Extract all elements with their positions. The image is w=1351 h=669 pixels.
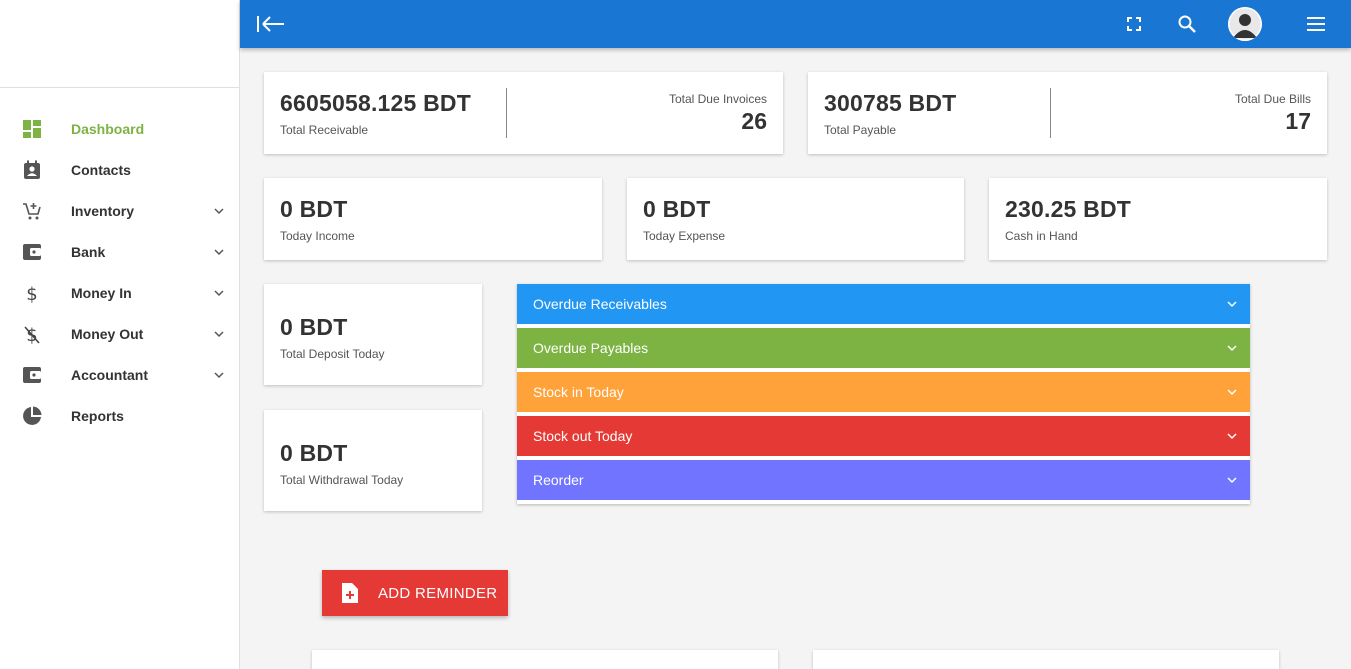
collapse-sidebar-icon[interactable] [256, 14, 286, 34]
divider [1050, 88, 1051, 138]
total-payable-caption: Total Payable [824, 123, 897, 137]
panel-label: Overdue Receivables [533, 296, 667, 312]
sidebar-item-label: Money In [71, 284, 132, 301]
panel-stock-out-today[interactable]: Stock out Today [517, 416, 1250, 456]
deposit-card: 0 BDT Total Deposit Today [264, 284, 482, 385]
withdrawal-card: 0 BDT Total Withdrawal Today [264, 410, 482, 511]
cash-in-hand-card: 230.25 BDT Cash in Hand [989, 178, 1327, 260]
sidebar-item-label: Inventory [71, 202, 135, 219]
sidebar-item-dashboard[interactable]: Dashboard [0, 108, 239, 149]
panel-label: Overdue Payables [533, 340, 649, 356]
chevron-down-icon [1227, 389, 1237, 396]
divider [506, 88, 507, 138]
cart-add-icon [22, 201, 42, 221]
due-invoices-label: Total Due Invoices [668, 92, 767, 106]
note-add-icon [342, 583, 358, 603]
cash-in-hand-amount: 230.25 BDT [1005, 196, 1132, 222]
chevron-down-icon [214, 207, 224, 214]
total-receivable-amount: 6605058.125 BDT [280, 90, 471, 116]
panel-stock-in-today[interactable]: Stock in Today [517, 372, 1250, 412]
receivable-card: 6605058.125 BDT Total Receivable Total D… [264, 72, 783, 154]
chevron-down-icon [1227, 477, 1237, 484]
sidebar-item-money-out[interactable]: $ Money Out [0, 313, 239, 354]
sidebar-item-label: Contacts [71, 161, 131, 178]
sidebar-item-label: Bank [71, 243, 106, 260]
chevron-down-icon [214, 289, 224, 296]
search-icon[interactable] [1177, 14, 1197, 34]
chevron-down-icon [1227, 433, 1237, 440]
sidebar-item-label: Reports [71, 407, 124, 424]
due-bills-label: Total Due Bills [1234, 92, 1311, 106]
withdrawal-amount: 0 BDT [280, 440, 348, 466]
alerts-accordion: Overdue Receivables Overdue Payables Sto… [517, 284, 1250, 504]
deposit-amount: 0 BDT [280, 314, 348, 340]
reminder-card [312, 650, 778, 669]
total-payable-amount: 300785 BDT [824, 90, 957, 116]
sidebar-item-label: Money Out [71, 325, 144, 342]
sidebar-item-bank[interactable]: Bank [0, 231, 239, 272]
chevron-down-icon [1227, 301, 1237, 308]
chevron-down-icon [214, 330, 224, 337]
sidebar-item-reports[interactable]: Reports [0, 395, 239, 436]
today-expense-caption: Today Expense [643, 229, 726, 243]
cash-in-hand-caption: Cash in Hand [1005, 229, 1078, 243]
chevron-down-icon [214, 371, 224, 378]
today-expense-card: 0 BDT Today Expense [627, 178, 964, 260]
panel-overdue-receivables[interactable]: Overdue Receivables [517, 284, 1250, 324]
sidebar-item-label: Dashboard [71, 120, 145, 137]
fullscreen-icon[interactable] [1124, 14, 1144, 34]
svg-text:$: $ [26, 284, 37, 303]
sidebar-item-accountant[interactable]: Accountant [0, 354, 239, 395]
panel-overdue-payables[interactable]: Overdue Payables [517, 328, 1250, 368]
wallet-icon [22, 365, 42, 385]
contacts-icon [22, 160, 42, 180]
deposit-caption: Total Deposit Today [280, 347, 385, 361]
chevron-down-icon [214, 248, 224, 255]
menu-icon[interactable] [1306, 14, 1326, 34]
panel-label: Reorder [533, 472, 584, 488]
sidebar-item-money-in[interactable]: $ Money In [0, 272, 239, 313]
today-income-amount: 0 BDT [280, 196, 348, 222]
panel-label: Stock in Today [533, 384, 624, 400]
today-income-caption: Today Income [280, 229, 355, 243]
dollar-icon: $ [22, 283, 42, 303]
sidebar-nav: Dashboard Contacts Inventory Bank $ Mone… [0, 88, 239, 436]
withdrawal-caption: Total Withdrawal Today [280, 473, 404, 487]
chevron-down-icon [1227, 345, 1237, 352]
today-income-card: 0 BDT Today Income [264, 178, 602, 260]
due-invoices-count: 26 [741, 108, 767, 134]
logo-area [0, 0, 239, 88]
today-expense-amount: 0 BDT [643, 196, 711, 222]
total-receivable-caption: Total Receivable [280, 123, 369, 137]
panel-label: Stock out Today [533, 428, 633, 444]
avatar[interactable] [1228, 7, 1262, 41]
add-reminder-label: ADD REMINDER [378, 584, 498, 602]
reminder-card [813, 650, 1279, 669]
add-reminder-button[interactable]: ADD REMINDER [322, 570, 508, 616]
sidebar: Dashboard Contacts Inventory Bank $ Mone… [0, 0, 240, 669]
wallet-icon [22, 242, 42, 262]
sidebar-item-inventory[interactable]: Inventory [0, 190, 239, 231]
payable-card: 300785 BDT Total Payable Total Due Bills… [808, 72, 1327, 154]
sidebar-item-label: Accountant [71, 366, 148, 383]
due-bills-count: 17 [1285, 108, 1311, 134]
dollar-off-icon: $ [22, 324, 42, 344]
sidebar-item-contacts[interactable]: Contacts [0, 149, 239, 190]
dashboard-icon [22, 119, 42, 139]
panel-reorder[interactable]: Reorder [517, 460, 1250, 500]
top-app-bar [240, 0, 1351, 48]
pie-chart-icon [22, 406, 42, 426]
